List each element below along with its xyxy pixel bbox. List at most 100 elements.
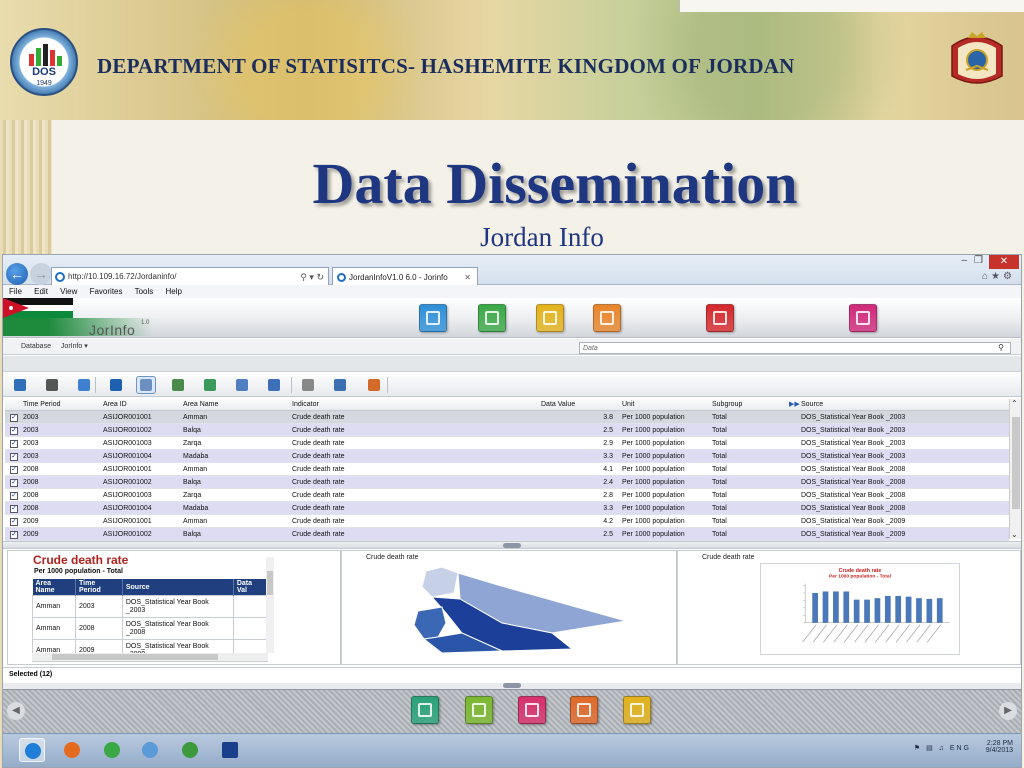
grid-view-icon[interactable] [136, 376, 156, 394]
dock-folder-icon[interactable] [623, 696, 651, 724]
row-checkbox[interactable]: ✓ [10, 505, 18, 513]
search-input[interactable]: Data ⚲ [579, 342, 1011, 354]
col-indicator[interactable]: Indicator [292, 399, 319, 411]
address-bar[interactable]: http://10.109.16.72/Jordaninfo/ ⚲ ▾ ↻ [51, 267, 329, 287]
calculator-icon[interactable] [299, 377, 317, 393]
close-window-icon[interactable]: ✕ [989, 255, 1019, 269]
browser-home-star-gear-icons[interactable]: ⌂★⚙ [982, 271, 1015, 282]
dock-book-icon[interactable] [570, 696, 598, 724]
table-row[interactable]: ✓ 2009 ASIJOR001001 Amman Crude death rate 4.… [5, 515, 1009, 528]
row-checkbox[interactable]: ✓ [10, 440, 18, 448]
chart-bar[interactable] [936, 598, 943, 623]
back-button[interactable]: ← [6, 263, 28, 285]
table-row[interactable]: ✓ 2009 ASIJOR001002 Balqa Crude death rate 2.… [5, 528, 1009, 541]
table-row[interactable]: ✓ 2008 ASIJOR001004 Madaba Crude death rate 3… [5, 502, 1009, 515]
menu-file[interactable]: File [9, 287, 22, 296]
chart-bar[interactable] [833, 591, 839, 623]
pane-splitter[interactable] [3, 541, 1021, 549]
row-checkbox[interactable]: ✓ [10, 479, 18, 487]
chart-bar[interactable] [895, 595, 902, 623]
bar-chart[interactable]: Crude death rate Per 1000 population - T… [760, 563, 960, 655]
row-checkbox[interactable]: ✓ [10, 518, 18, 526]
open-icon[interactable] [11, 377, 29, 393]
filter-icon[interactable] [265, 377, 283, 393]
chart-bar[interactable] [874, 598, 881, 623]
menu-favorites[interactable]: Favorites [90, 287, 123, 296]
row-checkbox[interactable]: ✓ [10, 453, 18, 461]
table-row[interactable]: ✓ 2003 ASIJOR001003 Zarqa Crude death rate 2.… [5, 437, 1009, 450]
panel-vscroll[interactable] [266, 557, 274, 653]
browser-tab[interactable]: JordanInfoV1.0 6.0 - Jorinfo ✕ [332, 267, 478, 287]
database-select[interactable]: JorInfo ▾ [61, 343, 88, 350]
row-checkbox[interactable]: ✓ [10, 492, 18, 500]
grid-scrollbar[interactable]: ⌃ ⌄ [1009, 399, 1021, 539]
photoshop-icon[interactable] [217, 738, 243, 762]
ie-icon[interactable] [19, 738, 45, 762]
chart-bar[interactable] [864, 599, 870, 623]
minimize-icon[interactable]: – [961, 255, 967, 266]
note-icon[interactable] [331, 377, 349, 393]
panel-hscroll[interactable] [32, 653, 268, 661]
chart-bar[interactable] [926, 598, 933, 623]
frog-icon[interactable] [177, 738, 203, 762]
info-icon[interactable] [107, 377, 125, 393]
search-icon[interactable]: ⚲ [998, 342, 1004, 353]
refresh-icon[interactable] [201, 377, 219, 393]
table-row[interactable]: ✓ 2008 ASIJOR001001 Amman Crude death rate 4.… [5, 463, 1009, 476]
col-area-id[interactable]: Area ID [103, 399, 127, 411]
panel-row[interactable]: Amman 2003 DOS_Statistical Year Book _2003 [32, 595, 269, 618]
tile-check-icon[interactable] [536, 304, 564, 332]
table-row[interactable]: ✓ 2003 ASIJOR001004 Madaba Crude death rate 3… [5, 450, 1009, 463]
menu-view[interactable]: View [60, 287, 77, 296]
menu-edit[interactable]: Edit [34, 287, 48, 296]
panel-row[interactable]: Amman 2008 DOS_Statistical Year Book _2008 [32, 617, 269, 640]
tile-table-icon[interactable] [706, 304, 734, 332]
table-row[interactable]: ✓ 2008 ASIJOR001002 Balqa Crude death rate 2.… [5, 476, 1009, 489]
search-refresh-icon[interactable]: ⚲ ▾ ↻ [300, 268, 324, 286]
chart-bar[interactable] [853, 599, 860, 623]
chart-bar[interactable] [884, 595, 891, 623]
col-time-period[interactable]: Time Period [23, 399, 60, 411]
clock[interactable]: 2:28 PM 9/4/2013 [986, 740, 1013, 754]
restore-icon[interactable]: ❐ [974, 255, 983, 266]
splitter-grip-icon[interactable] [503, 543, 521, 548]
edit-icon[interactable] [233, 377, 251, 393]
pivot-icon[interactable] [169, 377, 187, 393]
dock-tools-icon[interactable] [465, 696, 493, 724]
chart-bar[interactable] [812, 592, 818, 623]
forward-button[interactable]: → [30, 263, 52, 285]
col-expand-icon[interactable]: ▶▶ [789, 399, 800, 411]
dock-left-arrow-icon[interactable]: ◀ [7, 702, 25, 720]
table-row[interactable]: ✓ 2003 ASIJOR001002 Balqa Crude death rate 2.… [5, 424, 1009, 437]
menu-help[interactable]: Help [166, 287, 182, 296]
print-icon[interactable] [43, 377, 61, 393]
col-source[interactable]: Source [801, 399, 823, 411]
jordan-map[interactable] [402, 563, 632, 655]
database-icon[interactable] [75, 377, 93, 393]
tray-icons[interactable]: ⚑ ▤ ♫ ENG [914, 744, 971, 752]
col-subgroup[interactable]: Subgroup [712, 399, 742, 411]
col-unit[interactable]: Unit [622, 399, 634, 411]
col-area-name[interactable]: Area Name [183, 399, 218, 411]
dock-swap-icon[interactable] [518, 696, 546, 724]
tile-chart-icon[interactable] [593, 304, 621, 332]
report-icon[interactable] [365, 377, 383, 393]
col-data-value[interactable]: Data Value [541, 399, 575, 411]
row-checkbox[interactable]: ✓ [10, 531, 18, 539]
scroll-down-icon[interactable]: ⌄ [1011, 530, 1018, 539]
chrome-icon[interactable] [99, 738, 125, 762]
chart-bar[interactable] [916, 598, 922, 623]
table-row[interactable]: ✓ 2008 ASIJOR001003 Zarqa Crude death rate 2.… [5, 489, 1009, 502]
network-icon[interactable] [137, 738, 163, 762]
dock-help-icon[interactable] [411, 696, 439, 724]
scroll-up-icon[interactable]: ⌃ [1011, 399, 1018, 408]
firefox-icon[interactable] [59, 738, 85, 762]
chart-bar[interactable] [822, 591, 829, 623]
menu-tools[interactable]: Tools [135, 287, 154, 296]
tile-query-icon[interactable] [419, 304, 447, 332]
bottom-splitter-grip-icon[interactable] [503, 683, 521, 688]
chart-bar[interactable] [843, 591, 850, 623]
tile-export-icon[interactable] [849, 304, 877, 332]
scroll-thumb[interactable] [1012, 417, 1020, 509]
dock-right-arrow-icon[interactable]: ▶ [999, 702, 1017, 720]
